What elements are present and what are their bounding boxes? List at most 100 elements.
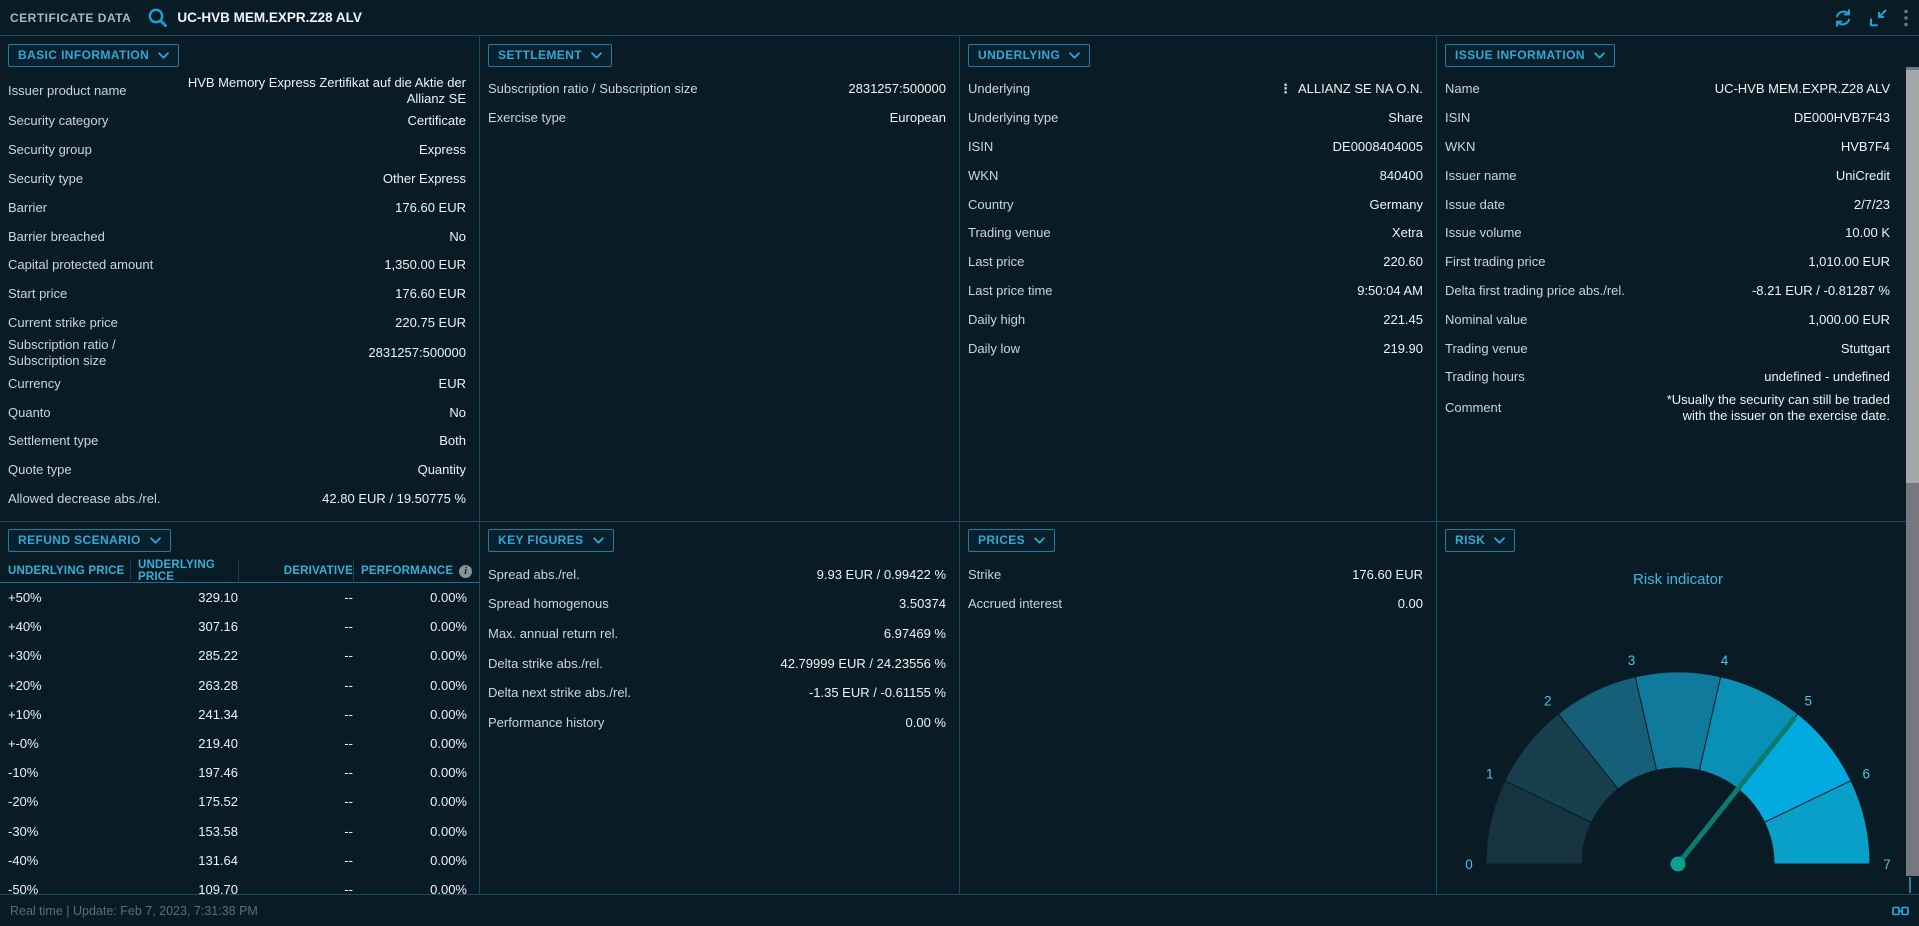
search-icon[interactable] [147, 7, 168, 28]
refund-table-row: -40%131.64--0.00% [0, 846, 479, 875]
panel-title: ISSUE INFORMATION [1455, 48, 1585, 62]
link-icon[interactable] [1892, 905, 1909, 917]
field-value: UC-HVB MEM.EXPR.Z28 ALV [1715, 81, 1890, 97]
field-value: 176.60 EUR [395, 200, 466, 216]
field-value-text: UniCredit [1836, 168, 1890, 184]
field-value: 0.00 % [906, 715, 946, 731]
field-label: Issue date [1445, 197, 1505, 213]
underlying-header[interactable]: UNDERLYING [968, 44, 1090, 67]
refund-table-cell: -20% [8, 794, 130, 809]
basic-information-panel: BASIC INFORMATION Issuer product nameHVB… [0, 36, 479, 522]
key-figures-header[interactable]: KEY FIGURES [488, 529, 614, 552]
content-area: BASIC INFORMATION Issuer product nameHVB… [0, 36, 1919, 894]
field-value-text: 176.60 EUR [1352, 567, 1423, 583]
settlement-fields: Subscription ratio / Subscription size28… [480, 75, 959, 133]
field-row: Security categoryCertificate [0, 107, 479, 136]
refund-table-cell: 153.58 [130, 824, 238, 839]
underlying-panel: UNDERLYING Underlying⋮ALLIANZ SE NA O.N.… [960, 36, 1436, 522]
scrollbar-thumb[interactable] [1906, 70, 1919, 483]
refund-table-cell: -- [238, 794, 353, 809]
refund-column-header[interactable]: PERFORMANCE i [353, 559, 472, 583]
panel-title: SETTLEMENT [498, 48, 582, 62]
refund-table-cell: 0.00% [353, 648, 467, 663]
prices-header[interactable]: PRICES [968, 529, 1055, 552]
field-row: First trading price1,010.00 EUR [1437, 248, 1919, 277]
refund-table-row: -50%109.70--0.00% [0, 875, 479, 894]
field-value-text: 42.79999 EUR / 24.23556 % [780, 656, 946, 672]
kebab-menu-icon[interactable] [1903, 9, 1909, 27]
info-icon[interactable]: i [459, 565, 472, 578]
field-label: Settlement type [8, 433, 98, 449]
field-row: WKN840400 [960, 161, 1436, 190]
field-value: 220.60 [1383, 254, 1423, 270]
refund-column-header[interactable]: UNDERLYING PRICE [130, 559, 238, 583]
field-value-text: 9:50:04 AM [1357, 283, 1423, 299]
refund-table-cell: +30% [8, 648, 130, 663]
refund-table-cell: -50% [8, 882, 130, 894]
field-value: No [449, 229, 466, 245]
basic-information-header[interactable]: BASIC INFORMATION [8, 44, 179, 67]
field-label: Country [968, 197, 1014, 213]
refund-table-cell: +10% [8, 707, 130, 722]
field-row: WKNHVB7F4 [1437, 133, 1919, 162]
field-label: Trading hours [1445, 369, 1525, 385]
column-basic: BASIC INFORMATION Issuer product nameHVB… [0, 36, 480, 894]
field-value: 3.50374 [899, 596, 946, 612]
search-input[interactable] [177, 10, 607, 25]
field-label: Comment [1445, 400, 1501, 416]
field-label: Daily high [968, 312, 1025, 328]
field-value-text: European [890, 110, 946, 126]
field-row: Subscription ratio / Subscription size28… [0, 337, 479, 369]
kebab-menu-icon[interactable]: ⋮ [1279, 82, 1292, 96]
refund-column-header[interactable]: DERIVATIVE [238, 559, 353, 583]
field-label: ISIN [968, 139, 993, 155]
chevron-down-icon [593, 537, 604, 544]
field-value: Xetra [1392, 225, 1423, 241]
svg-text:4: 4 [1721, 653, 1729, 668]
field-row: ISINDE000HVB7F43 [1437, 104, 1919, 133]
refund-table-cell: 0.00% [353, 678, 467, 693]
field-label: Accrued interest [968, 596, 1062, 612]
refund-table-cell: 263.28 [130, 678, 238, 693]
chevron-down-icon [1494, 537, 1505, 544]
column-header-label: PERFORMANCE [361, 565, 453, 577]
settlement-header[interactable]: SETTLEMENT [488, 44, 612, 67]
risk-header[interactable]: RISK [1445, 529, 1515, 552]
panel-title: UNDERLYING [978, 48, 1060, 62]
refund-table-cell: -- [238, 824, 353, 839]
refund-table-row: -20%175.52--0.00% [0, 787, 479, 816]
refund-table-cell: 0.00% [353, 853, 467, 868]
panel-title: RISK [1455, 533, 1485, 547]
refund-scenario-header[interactable]: REFUND SCENARIO [8, 529, 171, 552]
field-value: 221.45 [1383, 312, 1423, 328]
field-label: Performance history [488, 715, 604, 731]
refund-table-row: +-0%219.40--0.00% [0, 729, 479, 758]
svg-text:2: 2 [1544, 694, 1552, 709]
field-value: 840400 [1380, 168, 1423, 184]
field-row: Exercise type European [480, 104, 959, 133]
field-row: Nominal value1,000.00 EUR [1437, 305, 1919, 334]
column-underlying: UNDERLYING Underlying⋮ALLIANZ SE NA O.N.… [960, 36, 1437, 894]
issue-information-header[interactable]: ISSUE INFORMATION [1445, 44, 1615, 67]
field-row: Comment*Usually the security can still b… [1437, 392, 1919, 424]
risk-gauge-container: 01234567 [1443, 592, 1913, 894]
refund-table-cell: -- [238, 619, 353, 634]
field-value: 219.90 [1383, 341, 1423, 357]
chevron-down-icon [158, 52, 169, 59]
field-value-text: Share [1388, 110, 1423, 126]
collapse-icon[interactable] [1868, 8, 1888, 28]
refund-table-row: +40%307.16--0.00% [0, 612, 479, 641]
refund-column-header[interactable]: UNDERLYING PRICE [8, 559, 130, 583]
svg-text:3: 3 [1628, 653, 1636, 668]
field-label: Exercise type [488, 110, 566, 126]
refresh-icon[interactable] [1833, 8, 1853, 28]
svg-text:6: 6 [1863, 766, 1871, 781]
field-row: Barrier breachedNo [0, 222, 479, 251]
field-label: Issue volume [1445, 225, 1522, 241]
field-row: Delta next strike abs./rel.-1.35 EUR / -… [480, 678, 959, 708]
field-value: 220.75 EUR [395, 315, 466, 331]
field-label: Issuer name [1445, 168, 1517, 184]
field-value: Certificate [407, 113, 466, 129]
field-label: Subscription ratio / Subscription size [488, 81, 698, 97]
field-value-text: 6.97469 % [884, 626, 946, 642]
